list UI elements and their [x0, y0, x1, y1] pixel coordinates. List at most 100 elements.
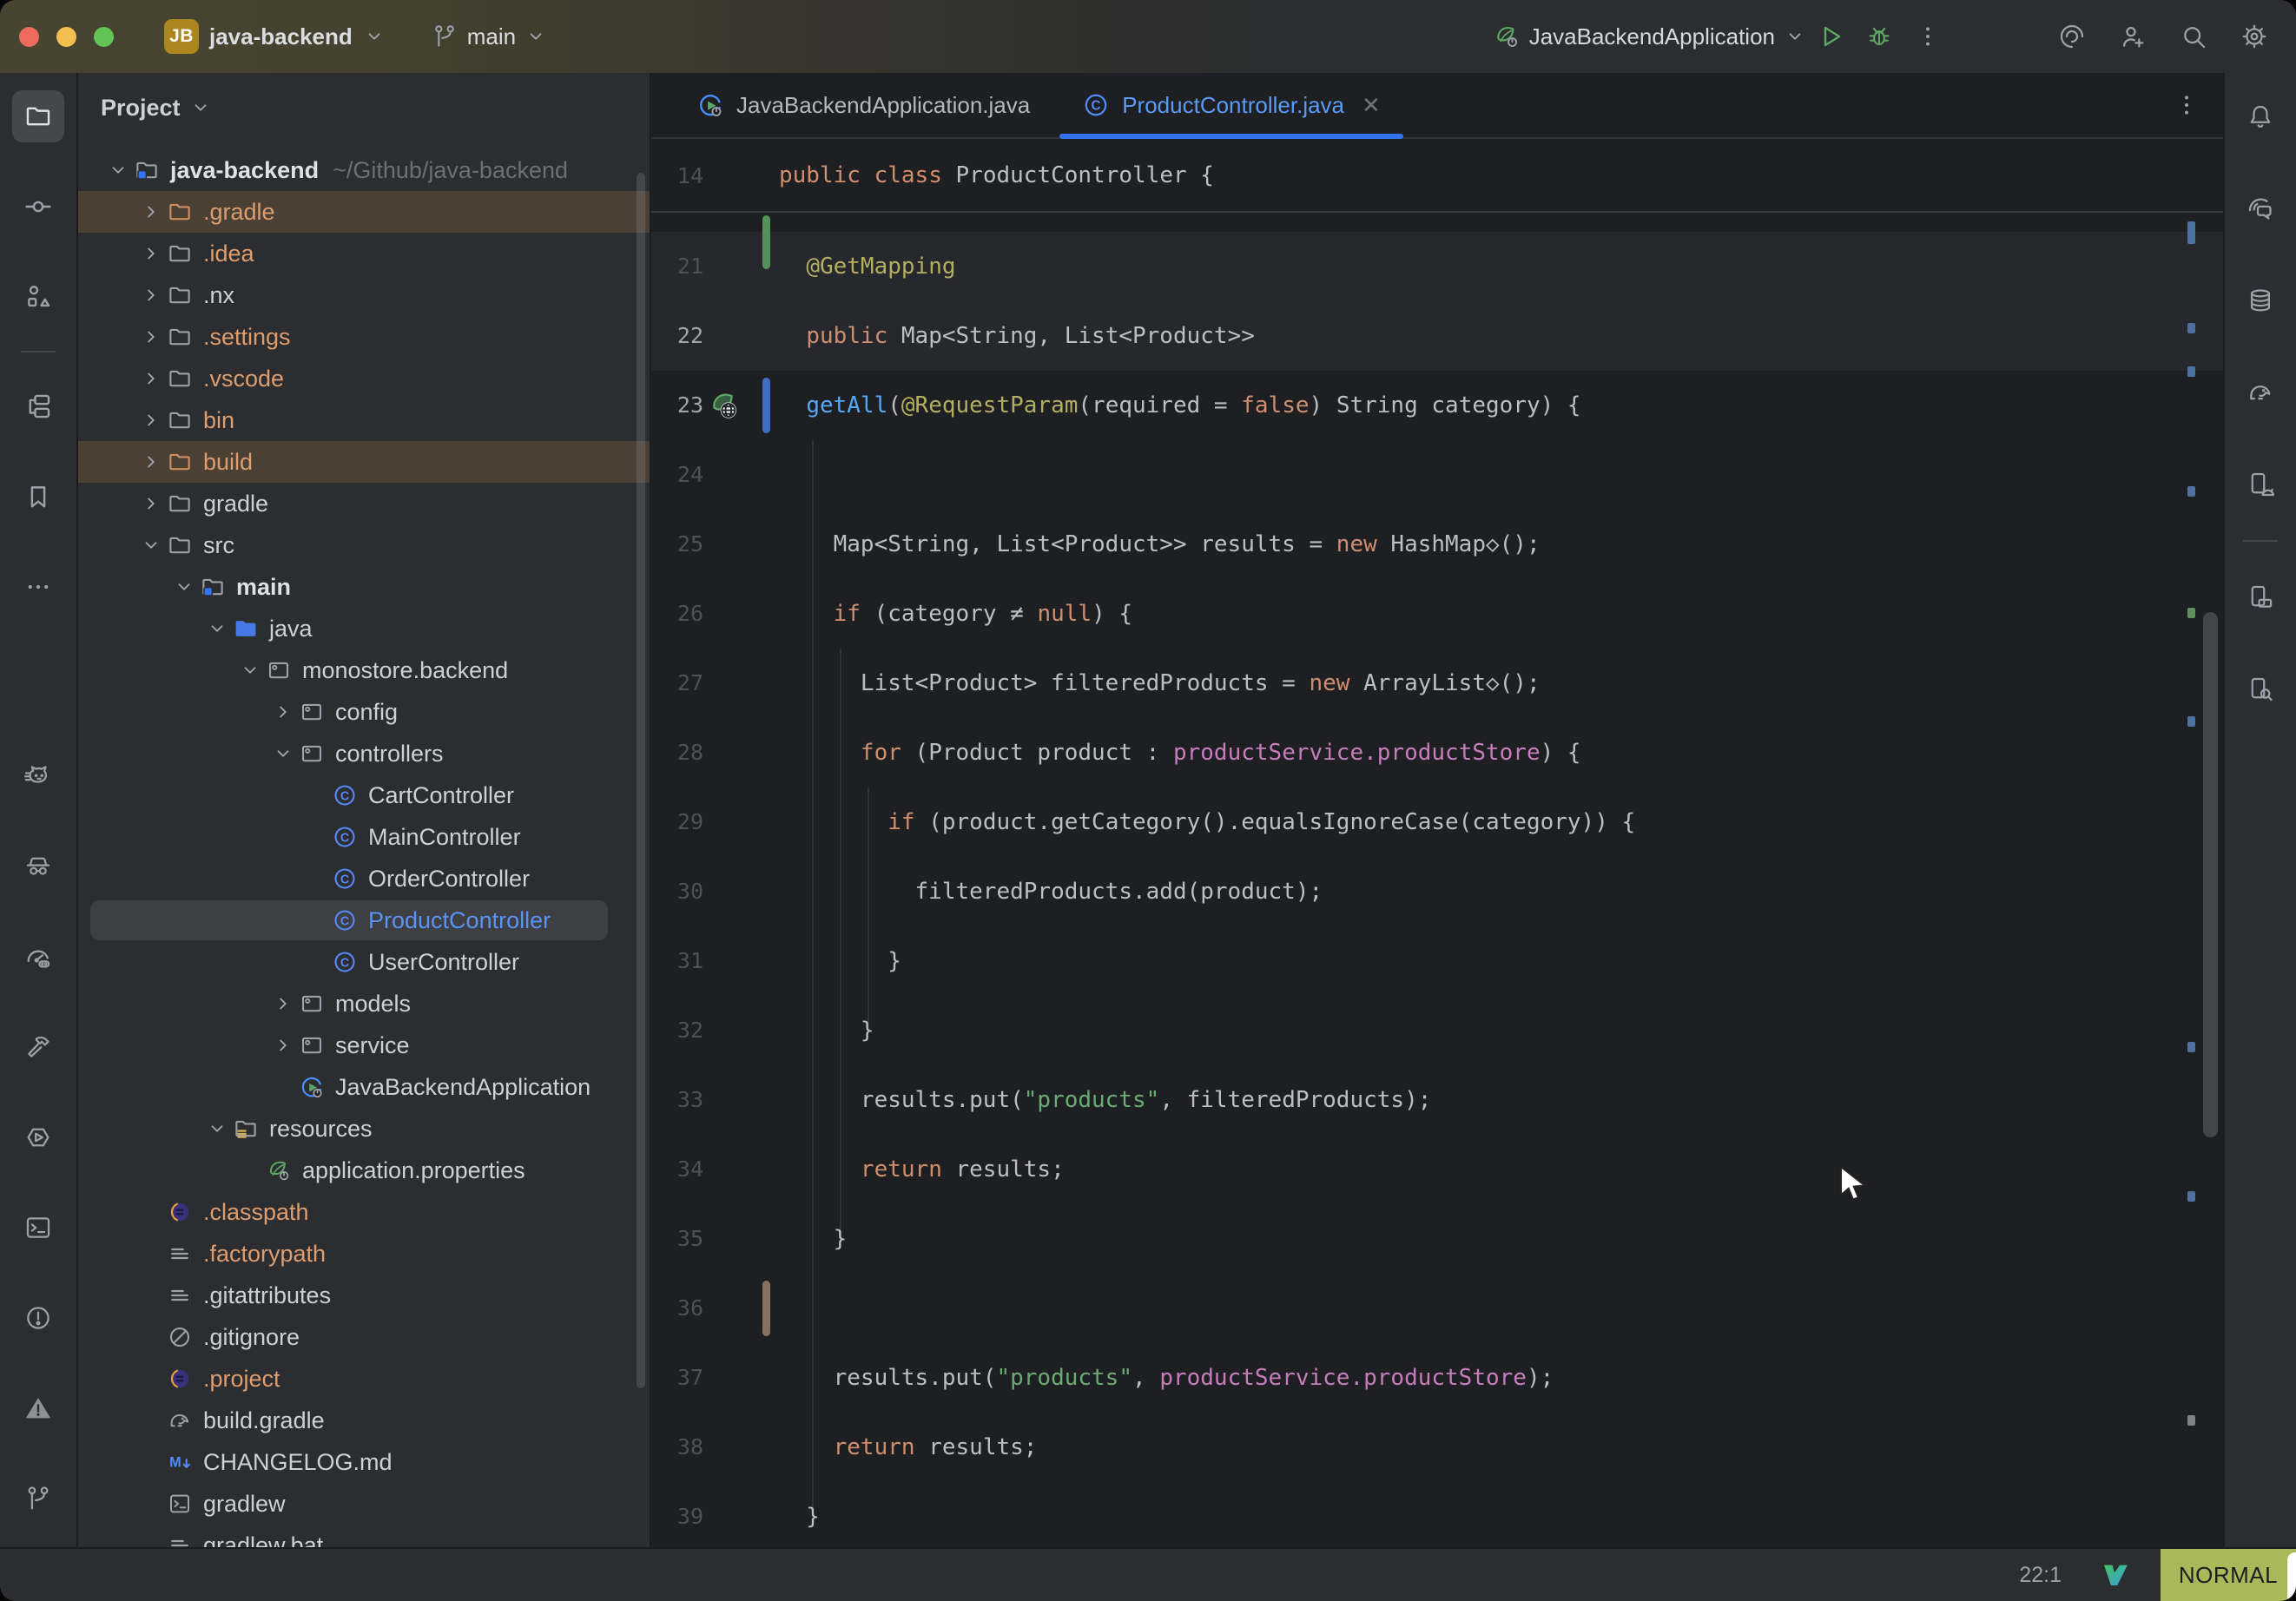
code-line-28[interactable]: 28 for (Product product : productService… [651, 718, 2223, 787]
chevron-down-icon[interactable] [102, 159, 134, 181]
structure-tool-button[interactable] [12, 271, 64, 323]
code-line-24[interactable]: 24 [651, 440, 2223, 510]
line-number[interactable]: 28 [651, 718, 703, 787]
code-with-me-button[interactable] [2048, 12, 2096, 61]
chevron-right-icon[interactable] [135, 326, 167, 348]
chevron-down-icon[interactable] [135, 534, 167, 557]
editor[interactable]: JavaBackendApplication.javaProductContro… [651, 73, 2223, 1547]
tree-item-resources[interactable]: resources [78, 1108, 650, 1150]
tab-JavaBackendApplication.java[interactable]: JavaBackendApplication.java [670, 73, 1056, 137]
zoom-window-button[interactable] [94, 27, 114, 47]
tree-item-models[interactable]: models [78, 983, 650, 1025]
code-area[interactable]: 21 @GetMapping22 public Map<String, List… [651, 213, 2223, 1547]
code-line-37[interactable]: 37 results.put("products", productServic… [651, 1343, 2223, 1413]
tree-item-.vscode[interactable]: .vscode [78, 358, 650, 399]
chevron-right-icon[interactable] [135, 492, 167, 515]
more-tool-windows-button[interactable] [12, 561, 64, 613]
code-line-35[interactable]: 35 } [651, 1204, 2223, 1274]
line-number[interactable]: 32 [651, 996, 703, 1065]
code-line-26[interactable]: 26 if (category ≠ null) { [651, 579, 2223, 649]
settings-button[interactable] [2230, 12, 2279, 61]
line-number[interactable]: 29 [651, 787, 703, 857]
code-line-25[interactable]: 25 Map<String, List<Product>> results = … [651, 510, 2223, 579]
incognito-button[interactable] [12, 840, 64, 893]
line-number[interactable]: 27 [651, 649, 703, 718]
tree-item-JavaBackendApplication[interactable]: JavaBackendApplication [78, 1066, 650, 1108]
gradle-tool-button[interactable] [2234, 366, 2286, 418]
tree-item-gradlew[interactable]: gradlew [78, 1483, 650, 1525]
chevron-right-icon[interactable] [135, 284, 167, 306]
tree-item-.settings[interactable]: .settings [78, 316, 650, 358]
code-line-14[interactable]: 14public class ProductController { [651, 141, 2223, 211]
terminal-tool-button[interactable] [12, 1202, 64, 1254]
branch-widget[interactable]: main [431, 23, 547, 50]
tree-item-controllers[interactable]: controllers [78, 733, 650, 774]
code-line-32[interactable]: 32 } [651, 996, 2223, 1065]
chevron-down-icon[interactable] [201, 1117, 233, 1140]
change-marker[interactable] [762, 378, 770, 433]
version-control-tool-button[interactable] [12, 1473, 64, 1525]
project-panel-header[interactable]: Project [78, 73, 650, 142]
line-number[interactable]: 38 [651, 1413, 703, 1482]
database-tool-button[interactable] [2234, 274, 2286, 326]
more-run-options-button[interactable] [1903, 12, 1952, 61]
change-marker[interactable] [762, 1281, 770, 1336]
run-configuration-widget[interactable]: JavaBackendApplication [1493, 23, 1806, 50]
chevron-down-icon[interactable] [201, 617, 233, 640]
chevron-right-icon[interactable] [135, 242, 167, 265]
line-number[interactable]: 25 [651, 510, 703, 579]
search-everywhere-button[interactable] [2169, 12, 2218, 61]
commit-tool-button[interactable] [12, 181, 64, 233]
copilot-button[interactable] [12, 750, 64, 802]
tree-item-ProductController[interactable]: ProductController [78, 899, 650, 941]
problems-tool-button[interactable] [12, 1292, 64, 1344]
chevron-right-icon[interactable] [135, 367, 167, 390]
debug-button[interactable] [1855, 12, 1903, 61]
code-line-22[interactable]: 22 public Map<String, List<Product>> [651, 301, 2223, 371]
chevron-right-icon[interactable] [267, 992, 299, 1015]
line-number[interactable]: 35 [651, 1204, 703, 1274]
ai-assistant-button[interactable] [2234, 182, 2286, 234]
chevron-down-icon[interactable] [234, 659, 266, 682]
tree-item-gradlew.bat[interactable]: gradlew.bat [78, 1525, 650, 1547]
code-line-39[interactable]: 39 } [651, 1482, 2223, 1547]
pull-requests-tool-button[interactable] [12, 380, 64, 432]
tree-item-.idea[interactable]: .idea [78, 233, 650, 274]
code-line-29[interactable]: 29 if (product.getCategory().equalsIgnor… [651, 787, 2223, 857]
profiler-button[interactable] [12, 931, 64, 983]
tree-item-bin[interactable]: bin [78, 399, 650, 441]
chevron-right-icon[interactable] [135, 451, 167, 473]
invite-user-button[interactable] [2108, 12, 2157, 61]
tree-item-config[interactable]: config [78, 691, 650, 733]
line-number[interactable]: 36 [651, 1274, 703, 1343]
code-line-27[interactable]: 27 List<Product> filteredProducts = new … [651, 649, 2223, 718]
code-line-14[interactable]: 14public class ProductController { [651, 141, 2223, 211]
leaf-globe-icon[interactable] [707, 388, 742, 423]
line-number[interactable]: 39 [651, 1482, 703, 1547]
line-number[interactable]: 34 [651, 1135, 703, 1204]
line-number[interactable]: 30 [651, 857, 703, 926]
tree-item-java-backend[interactable]: java-backend~/Github/java-backend [78, 149, 650, 191]
vim-mode-badge[interactable]: NORMAL [2161, 1549, 2296, 1601]
tree-item-.factorypath[interactable]: .factorypath [78, 1233, 650, 1275]
tree-item-build[interactable]: build [78, 441, 650, 483]
project-tree-scrollbar[interactable] [637, 173, 645, 1388]
tree-item-application.properties[interactable]: application.properties [78, 1150, 650, 1191]
tree-item-CartController[interactable]: CartController [78, 774, 650, 816]
code-line-23[interactable]: 23 getAll(@RequestParam(required = false… [651, 371, 2223, 440]
code-line-36[interactable]: 36 [651, 1274, 2223, 1343]
bookmarks-tool-button[interactable] [12, 471, 64, 523]
code-line-21[interactable]: 21 @GetMapping [651, 232, 2223, 301]
run-button[interactable] [1806, 12, 1855, 61]
minimize-window-button[interactable] [56, 27, 76, 47]
tree-item-build.gradle[interactable]: build.gradle [78, 1400, 650, 1441]
ideavim-icon[interactable] [2100, 1560, 2129, 1590]
line-number[interactable]: 14 [651, 141, 703, 210]
tree-item-gradle[interactable]: gradle [78, 483, 650, 524]
line-number[interactable]: 33 [651, 1065, 703, 1135]
project-tool-button[interactable] [12, 90, 64, 142]
chevron-right-icon[interactable] [267, 1034, 299, 1057]
chevron-down-icon[interactable] [267, 742, 299, 765]
line-number[interactable]: 21 [651, 232, 703, 301]
tree-item-.project[interactable]: .project [78, 1358, 650, 1400]
